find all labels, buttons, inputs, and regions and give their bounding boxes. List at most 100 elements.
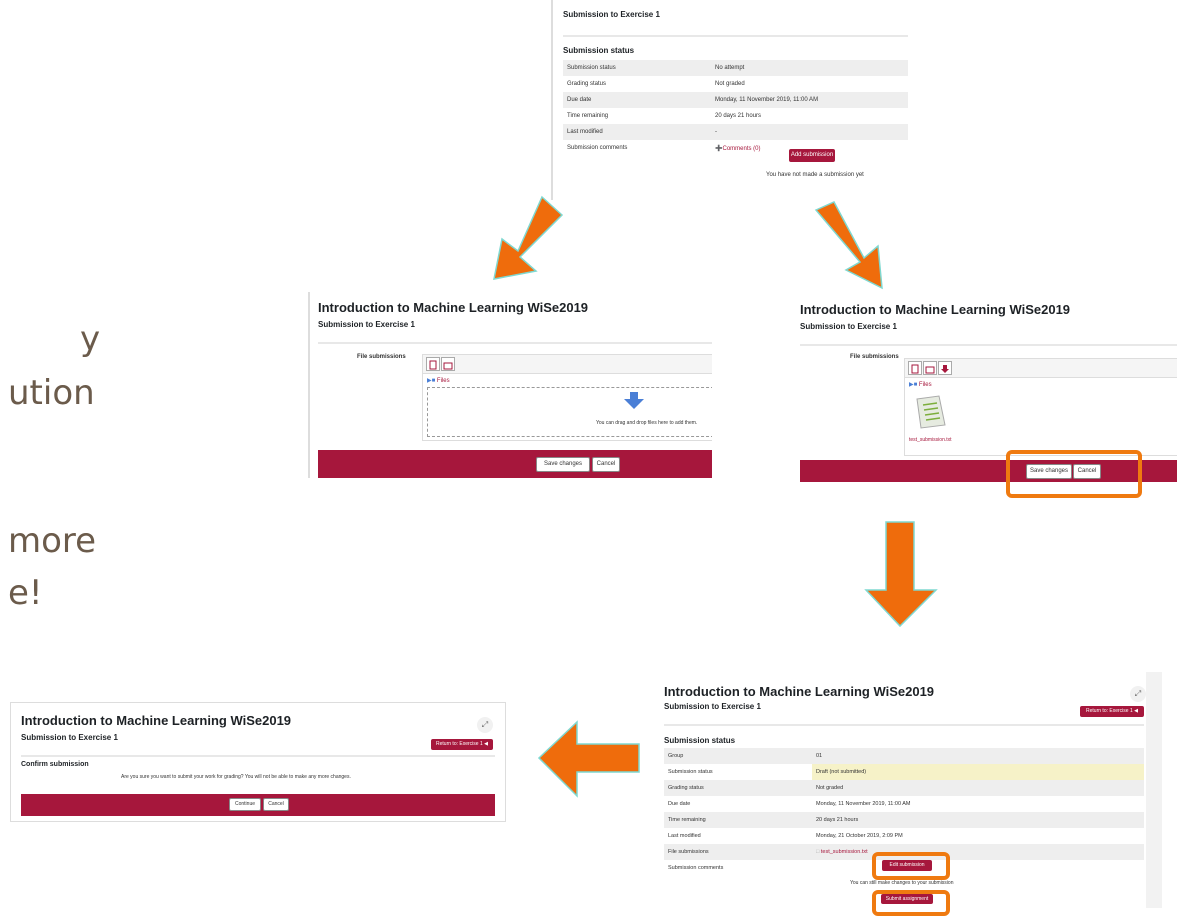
arrow-down [864,521,938,628]
screenshot-initial-status: Submission to Exercise 1 Submission stat… [551,0,913,200]
table-row: Due date Monday, 11 November 2019, 11:00 … [563,92,908,108]
table-row: Time remaining 20 days 21 hours [664,812,1144,828]
row-label: Last modified [668,833,701,839]
row-label: Grading status [567,81,607,87]
return-to-exercise-button[interactable]: Return to: Exercise 1 ◀ [1080,706,1144,717]
save-changes-button[interactable]: Save changes [536,457,590,472]
row-value: Draft (not submitted) [812,764,1144,780]
download-icon[interactable] [938,361,952,375]
row-value: 01 [812,748,1144,764]
confirm-question: Are you sure you want to submit your wor… [121,774,351,780]
row-label: Time remaining [664,812,812,828]
slide-text-line-2: ution [8,373,95,413]
row-value: 20 days 21 hours [812,812,1144,828]
download-arrow-icon [624,392,644,409]
course-title: Introduction to Machine Learning WiSe201… [21,713,292,728]
file-submissions-label: File submissions [357,354,406,360]
table-row: Submission status No attempt [563,60,908,76]
form-action-bar [318,450,712,478]
course-title: Introduction to Machine Learning WiSe201… [318,300,589,315]
files-folder-link[interactable]: Files [437,378,450,384]
row-label: File submissions [664,844,812,860]
row-label: Submission status [668,769,713,775]
table-row: Last modified - [563,124,908,140]
row-label: Grading status [664,780,812,796]
folder-icon: ▶■ [427,378,436,384]
file-name-link[interactable]: test_submission.txt [909,437,952,443]
section-heading: Confirm submission [21,761,89,768]
continue-button[interactable]: Continue [229,798,261,811]
fullscreen-icon[interactable]: ⤢ [477,717,493,733]
comments-link[interactable]: Comments (0) [722,146,760,152]
page-subtitle: Submission to Exercise 1 [664,702,761,711]
divider [664,724,1144,726]
table-row: Grading status Not graded [664,780,1144,796]
slide-text-line-4: e! [8,573,43,613]
highlight-edit-submission [872,852,950,880]
file-link[interactable]: test_submission.txt [821,849,868,855]
table-row: Due date Monday, 11 November 2019, 11:00 … [664,796,1144,812]
drop-hint: You can drag and drop files here to add … [596,420,698,426]
divider [318,342,712,344]
row-value: Monday, 11 November 2019, 11:00 AM [711,92,908,108]
arrow-down-left [493,195,564,280]
table-row: Submission comments ➕Comments (0) [563,140,908,156]
filepicker: ▶■ Files test_submission.txt [904,358,1177,456]
course-title: Introduction to Machine Learning WiSe201… [800,302,1071,317]
add-file-icon[interactable] [908,361,922,375]
row-value: Not graded [812,780,1144,796]
table-row: Time remaining 20 days 21 hours [563,108,908,124]
add-submission-button[interactable]: Add submission [789,149,835,162]
file-submissions-label: File submissions [850,354,899,360]
arrow-down-right [814,201,883,290]
row-value: No attempt [711,60,908,76]
page-subtitle: Submission to Exercise 1 [21,733,118,742]
section-heading: Submission status [664,736,736,745]
highlight-save-cancel [1006,450,1142,498]
row-value: Monday, 21 October 2019, 2:09 PM [816,833,903,839]
divider [800,344,1177,346]
folder-icon: ▶■ [909,382,918,388]
create-folder-icon[interactable] [441,357,455,371]
row-label: Time remaining [567,113,609,119]
course-title: Introduction to Machine Learning WiSe201… [664,684,935,699]
filepicker-toolbar [905,359,1177,378]
row-label: Submission comments [567,145,628,151]
cancel-button[interactable]: Cancel [263,798,289,811]
text-file-icon[interactable] [915,395,947,429]
row-value: 20 days 21 hours [715,113,762,119]
draft-note: You can still make changes to your submi… [850,880,954,886]
slide-text-line-3: more [8,521,97,561]
row-value: - [711,124,908,140]
filepicker-toolbar [423,355,712,374]
cancel-button[interactable]: Cancel [592,457,620,472]
files-path: ▶■ Files [909,381,932,388]
row-label: Submission status [563,60,711,76]
divider [563,35,908,37]
create-folder-icon[interactable] [923,361,937,375]
filepicker: ▶■ Files You can drag and drop files her… [422,354,712,441]
slide-text-line-1: y [80,319,101,359]
files-folder-link[interactable]: Files [919,382,932,388]
row-value: Monday, 11 November 2019, 11:00 AM [816,801,911,807]
section-heading: Submission status [563,46,635,55]
arrow-left [537,720,640,798]
highlight-submit-assignment [872,890,950,916]
screenshot-upload-empty: Introduction to Machine Learning WiSe201… [308,292,712,478]
table-row: Submission status Draft (not submitted) [664,764,1144,780]
page-subtitle: Submission to Exercise 1 [563,10,660,19]
fullscreen-icon[interactable]: ⤢ [1130,686,1146,702]
row-value [812,860,1144,876]
table-row: Grading status Not graded [563,76,908,92]
page-subtitle: Submission to Exercise 1 [318,320,415,329]
page-subtitle: Submission to Exercise 1 [800,322,897,331]
table-row: Group 01 [664,748,1144,764]
return-to-exercise-button[interactable]: Return to: Exercise 1 ◀ [431,739,493,750]
file-icon: □ [816,849,820,855]
divider [21,755,495,757]
drop-zone[interactable]: You can drag and drop files here to add … [427,387,712,437]
row-label: Submission comments [664,860,812,876]
status-table: Submission status No attempt Grading stat… [563,60,908,156]
add-file-icon[interactable] [426,357,440,371]
table-row: Last modified Monday, 21 October 2019, 2:… [664,828,1144,844]
